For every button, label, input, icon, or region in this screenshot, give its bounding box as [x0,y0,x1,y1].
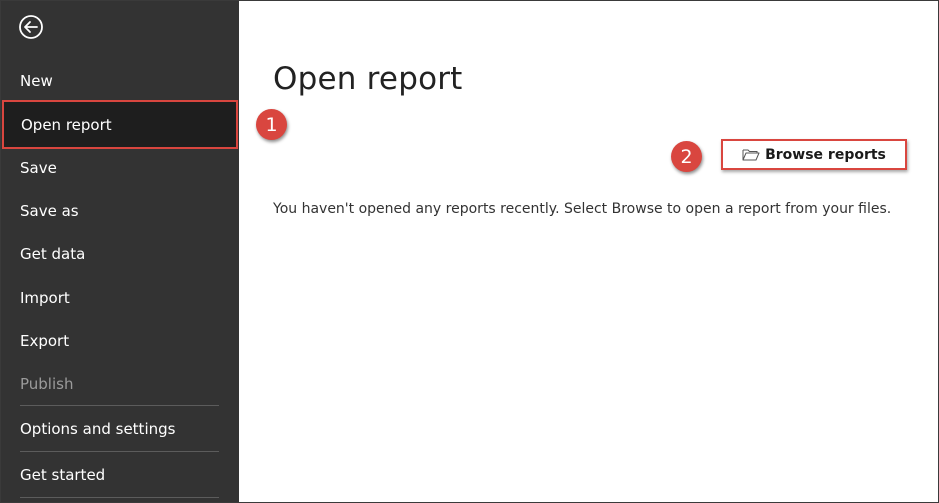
sidebar-item-label: Options and settings [20,420,176,438]
sidebar-item-save[interactable]: Save [1,150,239,186]
sidebar-divider [20,497,219,498]
sidebar-item-open-report[interactable]: Open report [2,100,238,149]
back-button[interactable] [18,14,44,40]
sidebar-item-label: Get started [20,466,106,484]
sidebar-item-export[interactable]: Export [1,323,239,359]
folder-open-icon [742,149,760,161]
sidebar-item-get-started[interactable]: Get started [1,457,239,493]
sidebar-item-label: New [20,72,53,90]
sidebar-item-publish: Publish [1,366,239,402]
backstage-sidebar: New Open report Save Save as Get data Im… [1,1,239,502]
empty-state-message: You haven't opened any reports recently.… [273,201,892,217]
back-arrow-circle-icon [19,15,43,39]
browse-reports-label: Browse reports [765,146,886,163]
sidebar-item-label: Save as [20,202,79,220]
sidebar-divider [20,405,219,406]
sidebar-divider [20,451,219,452]
sidebar-item-get-data[interactable]: Get data [1,236,239,272]
sidebar-item-save-as[interactable]: Save as [1,193,239,229]
step-2-badge: 2 [671,141,702,172]
step-1-badge: 1 [256,109,287,140]
sidebar-item-new[interactable]: New [1,63,239,99]
sidebar-item-label: Publish [20,375,74,393]
sidebar-item-label: Export [20,332,70,350]
sidebar-item-label: Get data [20,245,86,263]
main-panel: Open report Browse reports You haven't o… [239,1,938,502]
sidebar-item-options-and-settings[interactable]: Options and settings [1,411,239,447]
sidebar-item-import[interactable]: Import [1,280,239,316]
sidebar-item-label: Open report [21,115,112,134]
browse-reports-button[interactable]: Browse reports [721,139,907,170]
sidebar-item-label: Import [20,289,70,307]
app-window: New Open report Save Save as Get data Im… [0,0,939,503]
sidebar-item-label: Save [20,159,57,177]
page-title: Open report [273,61,463,97]
